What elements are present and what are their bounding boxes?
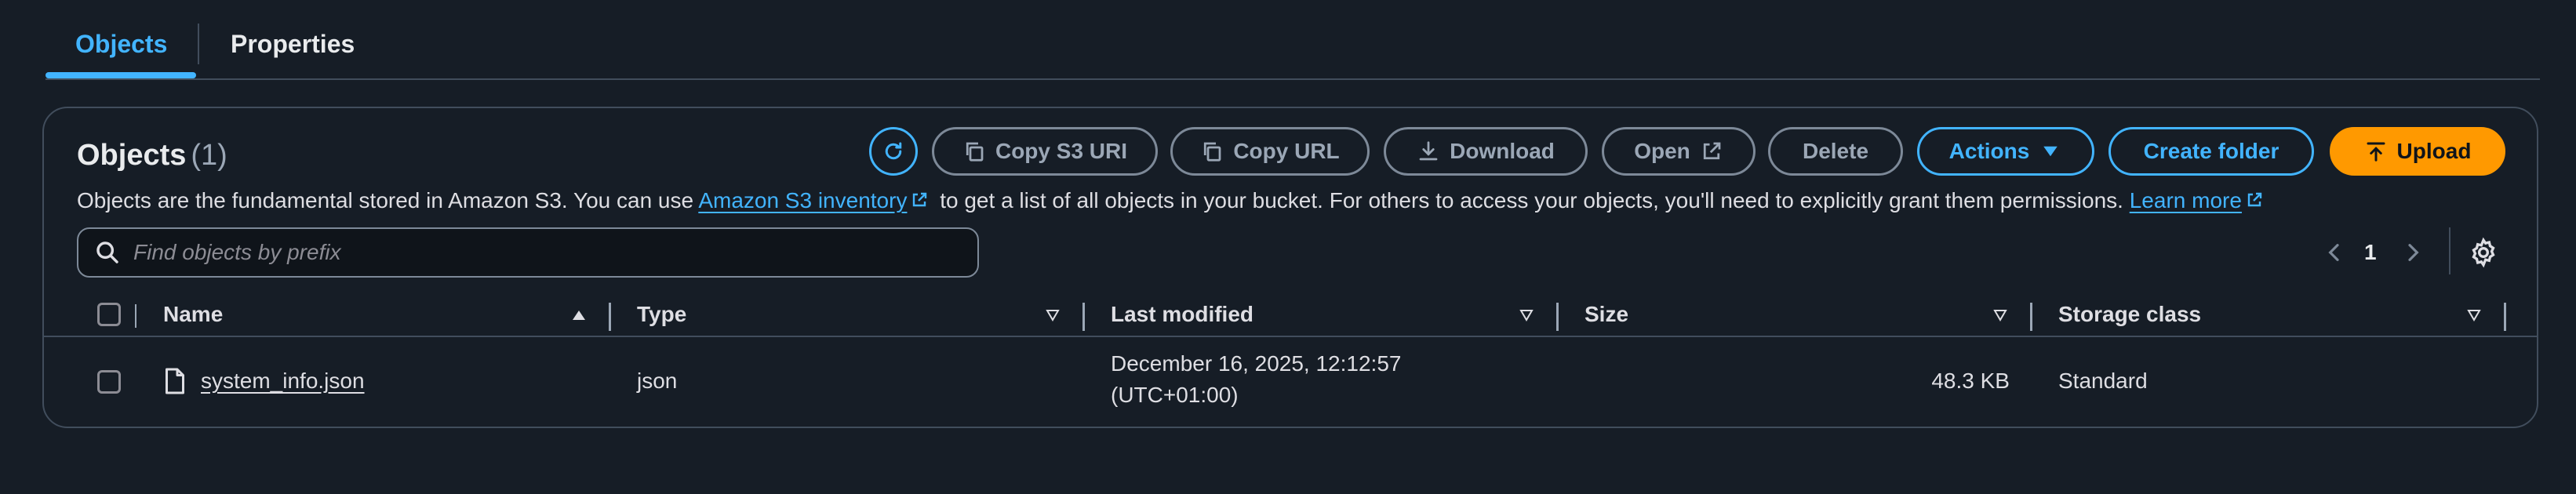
tab-divider xyxy=(198,24,199,64)
download-label: Download xyxy=(1450,139,1555,163)
search-input[interactable]: Find objects by prefix xyxy=(77,227,979,278)
external-link-icon xyxy=(2247,192,2262,207)
download-icon xyxy=(1419,141,1438,161)
select-all-checkbox[interactable] xyxy=(97,303,121,326)
description-text-2: to get a list of all objects in your buc… xyxy=(933,188,2130,212)
actions-label: Actions xyxy=(1948,139,2030,163)
column-header-storage-class[interactable]: Storage class xyxy=(2058,293,2201,336)
refresh-button[interactable] xyxy=(869,127,918,176)
tab-objects[interactable]: Objects xyxy=(75,27,167,61)
column-divider xyxy=(135,304,136,328)
chevron-right-icon xyxy=(2408,244,2419,261)
last-modified-timezone: (UTC+01:00) xyxy=(1111,383,1239,407)
refresh-icon xyxy=(885,142,902,160)
gear-icon[interactable] xyxy=(2468,237,2499,268)
active-tab-indicator xyxy=(45,72,196,78)
table-header: Name Type Last modified Size Storage cla… xyxy=(44,293,2537,337)
object-name-link[interactable]: system_info.json xyxy=(201,365,365,397)
column-resizer[interactable] xyxy=(609,303,611,331)
upload-label: Upload xyxy=(2396,139,2472,163)
column-header-type[interactable]: Type xyxy=(637,293,686,336)
copy-s3-uri-button[interactable]: Copy S3 URI xyxy=(932,127,1158,176)
object-size: 48.3 KB xyxy=(1931,369,2010,393)
column-resizer[interactable] xyxy=(1082,303,1085,331)
search-icon xyxy=(96,242,118,263)
copy-icon xyxy=(966,142,984,162)
object-last-modified: December 16, 2025, 12:12:57 (UTC+01:00) xyxy=(1111,348,1401,411)
page-title: Objects (1) xyxy=(77,133,227,177)
upload-button[interactable]: Upload xyxy=(2330,127,2505,176)
sort-desc-icon[interactable] xyxy=(1519,307,1534,323)
copy-url-button[interactable]: Copy URL xyxy=(1170,127,1370,176)
s3-objects-page: Objects Properties Objects (1) Copy S3 UR… xyxy=(0,0,2576,494)
objects-heading: Objects xyxy=(77,139,187,172)
create-folder-label: Create folder xyxy=(2143,139,2279,163)
sort-asc-icon[interactable] xyxy=(571,307,587,323)
next-page-button[interactable] xyxy=(2400,231,2425,274)
objects-panel: Objects (1) Copy S3 URI Copy URL Download xyxy=(42,107,2538,428)
row-checkbox[interactable] xyxy=(97,370,121,394)
objects-description: Objects are the fundamental stored in Am… xyxy=(77,185,2269,216)
column-header-name[interactable]: Name xyxy=(163,293,223,336)
caret-down-icon xyxy=(2043,146,2058,157)
object-storage-class: Standard xyxy=(2058,369,2148,393)
tab-properties[interactable]: Properties xyxy=(231,27,355,61)
current-page-number[interactable]: 1 xyxy=(2364,231,2377,274)
delete-label: Delete xyxy=(1802,139,1869,163)
open-button[interactable]: Open xyxy=(1602,127,1756,176)
last-modified-date: December 16, 2025, 12:12:57 xyxy=(1111,351,1402,376)
download-button[interactable]: Download xyxy=(1384,127,1588,176)
learn-more-link[interactable]: Learn more xyxy=(2130,188,2242,212)
copy-icon xyxy=(1204,142,1221,162)
actions-dropdown-button[interactable]: Actions xyxy=(1917,127,2094,176)
chevron-left-icon xyxy=(2328,244,2339,261)
tab-bar: Objects Properties xyxy=(45,0,2540,80)
search-placeholder: Find objects by prefix xyxy=(133,240,341,264)
copy-s3-uri-label: Copy S3 URI xyxy=(995,139,1128,163)
description-text-1: Objects are the fundamental stored in Am… xyxy=(77,188,699,212)
delete-button[interactable]: Delete xyxy=(1768,127,1903,176)
column-resizer[interactable] xyxy=(2504,303,2506,331)
s3-inventory-link[interactable]: Amazon S3 inventory xyxy=(698,188,907,212)
sort-desc-icon[interactable] xyxy=(2466,307,2482,323)
open-label: Open xyxy=(1634,139,1690,163)
sort-desc-icon[interactable] xyxy=(1045,307,1061,323)
copy-url-label: Copy URL xyxy=(1233,139,1340,163)
external-link-icon xyxy=(1703,142,1721,160)
table-row[interactable]: system_info.json json December 16, 2025,… xyxy=(44,339,2537,425)
create-folder-button[interactable]: Create folder xyxy=(2108,127,2314,176)
column-resizer[interactable] xyxy=(2030,303,2032,331)
object-type: json xyxy=(637,369,678,393)
sort-desc-icon[interactable] xyxy=(1992,307,2008,323)
file-icon xyxy=(166,368,184,394)
objects-count: (1) xyxy=(191,139,227,172)
external-link-icon xyxy=(913,192,927,207)
previous-page-button[interactable] xyxy=(2322,231,2347,274)
column-resizer[interactable] xyxy=(1556,303,1559,331)
column-header-last-modified[interactable]: Last modified xyxy=(1111,293,1253,336)
upload-icon xyxy=(2367,142,2385,162)
column-header-size[interactable]: Size xyxy=(1585,293,1628,336)
pagination-divider xyxy=(2449,227,2450,274)
